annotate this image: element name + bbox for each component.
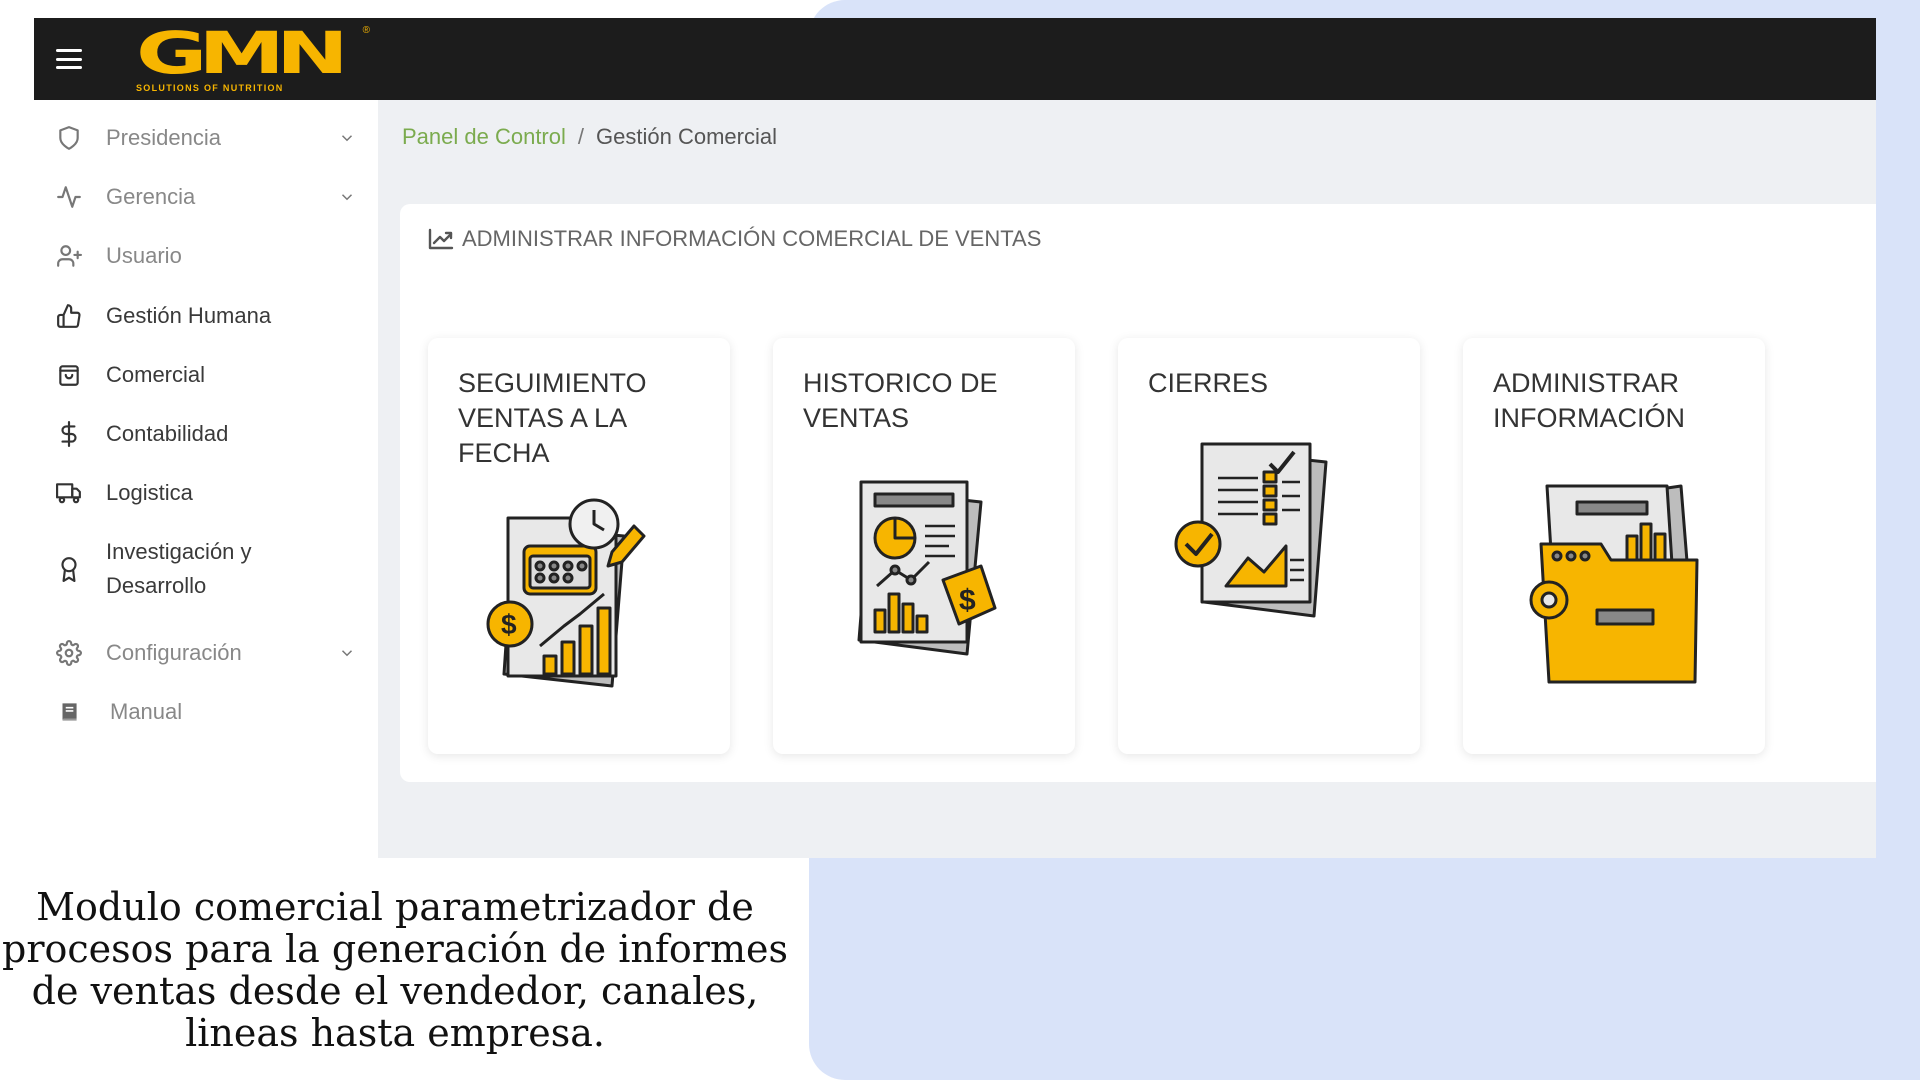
logo-registered-mark: ® <box>362 25 370 36</box>
card-title: ADMINISTRAR INFORMACIÓN <box>1493 368 1685 433</box>
card-cierres[interactable]: CIERRES <box>1118 338 1420 754</box>
sidebar-item-label: Logistica <box>106 480 193 505</box>
breadcrumb-separator: / <box>577 124 585 149</box>
breadcrumb-current: Gestión Comercial <box>596 124 777 149</box>
panel-title: ADMINISTRAR INFORMACIÓN COMERCIAL DE VEN… <box>428 226 1041 252</box>
gear-icon <box>52 636 86 670</box>
sidebar-item-comercial[interactable]: Comercial <box>52 358 362 392</box>
logo-subtitle: SOLUTIONS OF NUTRITION <box>136 83 284 93</box>
sidebar-item-label: Gerencia <box>106 184 196 209</box>
card-seguimiento-ventas[interactable]: SEGUIMIENTO VENTAS A LA FECHA $ <box>428 338 730 754</box>
award-icon <box>52 552 86 586</box>
sidebar-item-label: Contabilidad <box>106 421 229 446</box>
book-icon <box>52 695 86 729</box>
sidebar-item-manual[interactable]: Manual <box>52 695 362 729</box>
sidebar-item-label: Manual <box>110 699 183 724</box>
sidebar-item-contabilidad[interactable]: Contabilidad <box>52 417 362 451</box>
commercial-panel: ADMINISTRAR INFORMACIÓN COMERCIAL DE VEN… <box>400 204 1876 782</box>
card-historico-ventas[interactable]: HISTORICO DE VENTAS $ <box>773 338 1075 754</box>
panel-title-text: ADMINISTRAR INFORMACIÓN COMERCIAL DE VEN… <box>462 226 1042 251</box>
main-content: Panel de Control / Gestión Comercial ADM… <box>378 100 1876 858</box>
app-window: GMN ® SOLUTIONS OF NUTRITION Presidencia… <box>34 18 1876 858</box>
chevron-down-icon <box>341 194 353 201</box>
sidebar-item-presidencia[interactable]: Presidencia <box>52 121 362 155</box>
sidebar: Presidencia Gerencia Usuario Gestión Hum… <box>34 100 378 858</box>
thumbs-up-icon <box>52 299 86 333</box>
sidebar-item-label: Presidencia <box>106 125 221 150</box>
activity-icon <box>52 180 86 214</box>
admin-folder-icon <box>1529 484 1699 684</box>
top-bar: GMN ® SOLUTIONS OF NUTRITION <box>34 18 1876 100</box>
caption-text: Modulo comercial parametrizador de proce… <box>2 885 788 1055</box>
card-title: HISTORICO DE VENTAS <box>803 368 998 433</box>
sidebar-item-investigacion-desarrollo[interactable]: Investigación y Desarrollo <box>52 535 362 603</box>
sidebar-item-label: Comercial <box>106 362 206 387</box>
truck-icon <box>52 476 86 510</box>
logo[interactable]: GMN ® SOLUTIONS OF NUTRITION <box>136 19 370 97</box>
chevron-down-icon <box>341 650 353 657</box>
sidebar-item-label: Usuario <box>106 243 182 268</box>
chevron-down-icon <box>341 135 353 142</box>
breadcrumb: Panel de Control / Gestión Comercial <box>402 124 777 150</box>
user-plus-icon <box>52 239 86 273</box>
shield-icon <box>52 121 86 155</box>
sidebar-item-configuracion[interactable]: Configuración <box>52 636 362 670</box>
card-title: SEGUIMIENTO VENTAS A LA FECHA <box>458 368 647 468</box>
sales-history-icon: $ <box>857 480 997 656</box>
svg-text:$: $ <box>959 584 976 617</box>
sidebar-item-usuario[interactable]: Usuario <box>52 239 362 273</box>
logo-text: GMN <box>136 19 349 87</box>
line-chart-icon <box>428 228 454 250</box>
sidebar-item-label: Configuración <box>106 640 242 665</box>
sidebar-item-logistica[interactable]: Logistica <box>52 476 362 510</box>
breadcrumb-root-link[interactable]: Panel de Control <box>402 124 566 150</box>
sales-tracking-icon: $ <box>486 498 646 688</box>
shopping-bag-icon <box>52 358 86 392</box>
card-title: CIERRES <box>1148 368 1269 398</box>
hamburger-icon[interactable] <box>56 49 82 69</box>
closures-icon <box>1174 442 1328 618</box>
dollar-icon <box>52 417 86 451</box>
sidebar-item-gestion-humana[interactable]: Gestión Humana <box>52 299 362 333</box>
sidebar-item-label: Gestión Humana <box>106 303 272 328</box>
card-administrar-informacion[interactable]: ADMINISTRAR INFORMACIÓN <box>1463 338 1765 754</box>
sidebar-item-gerencia[interactable]: Gerencia <box>52 180 362 214</box>
sidebar-item-label: Investigación y Desarrollo <box>106 539 252 598</box>
svg-text:$: $ <box>501 609 517 640</box>
